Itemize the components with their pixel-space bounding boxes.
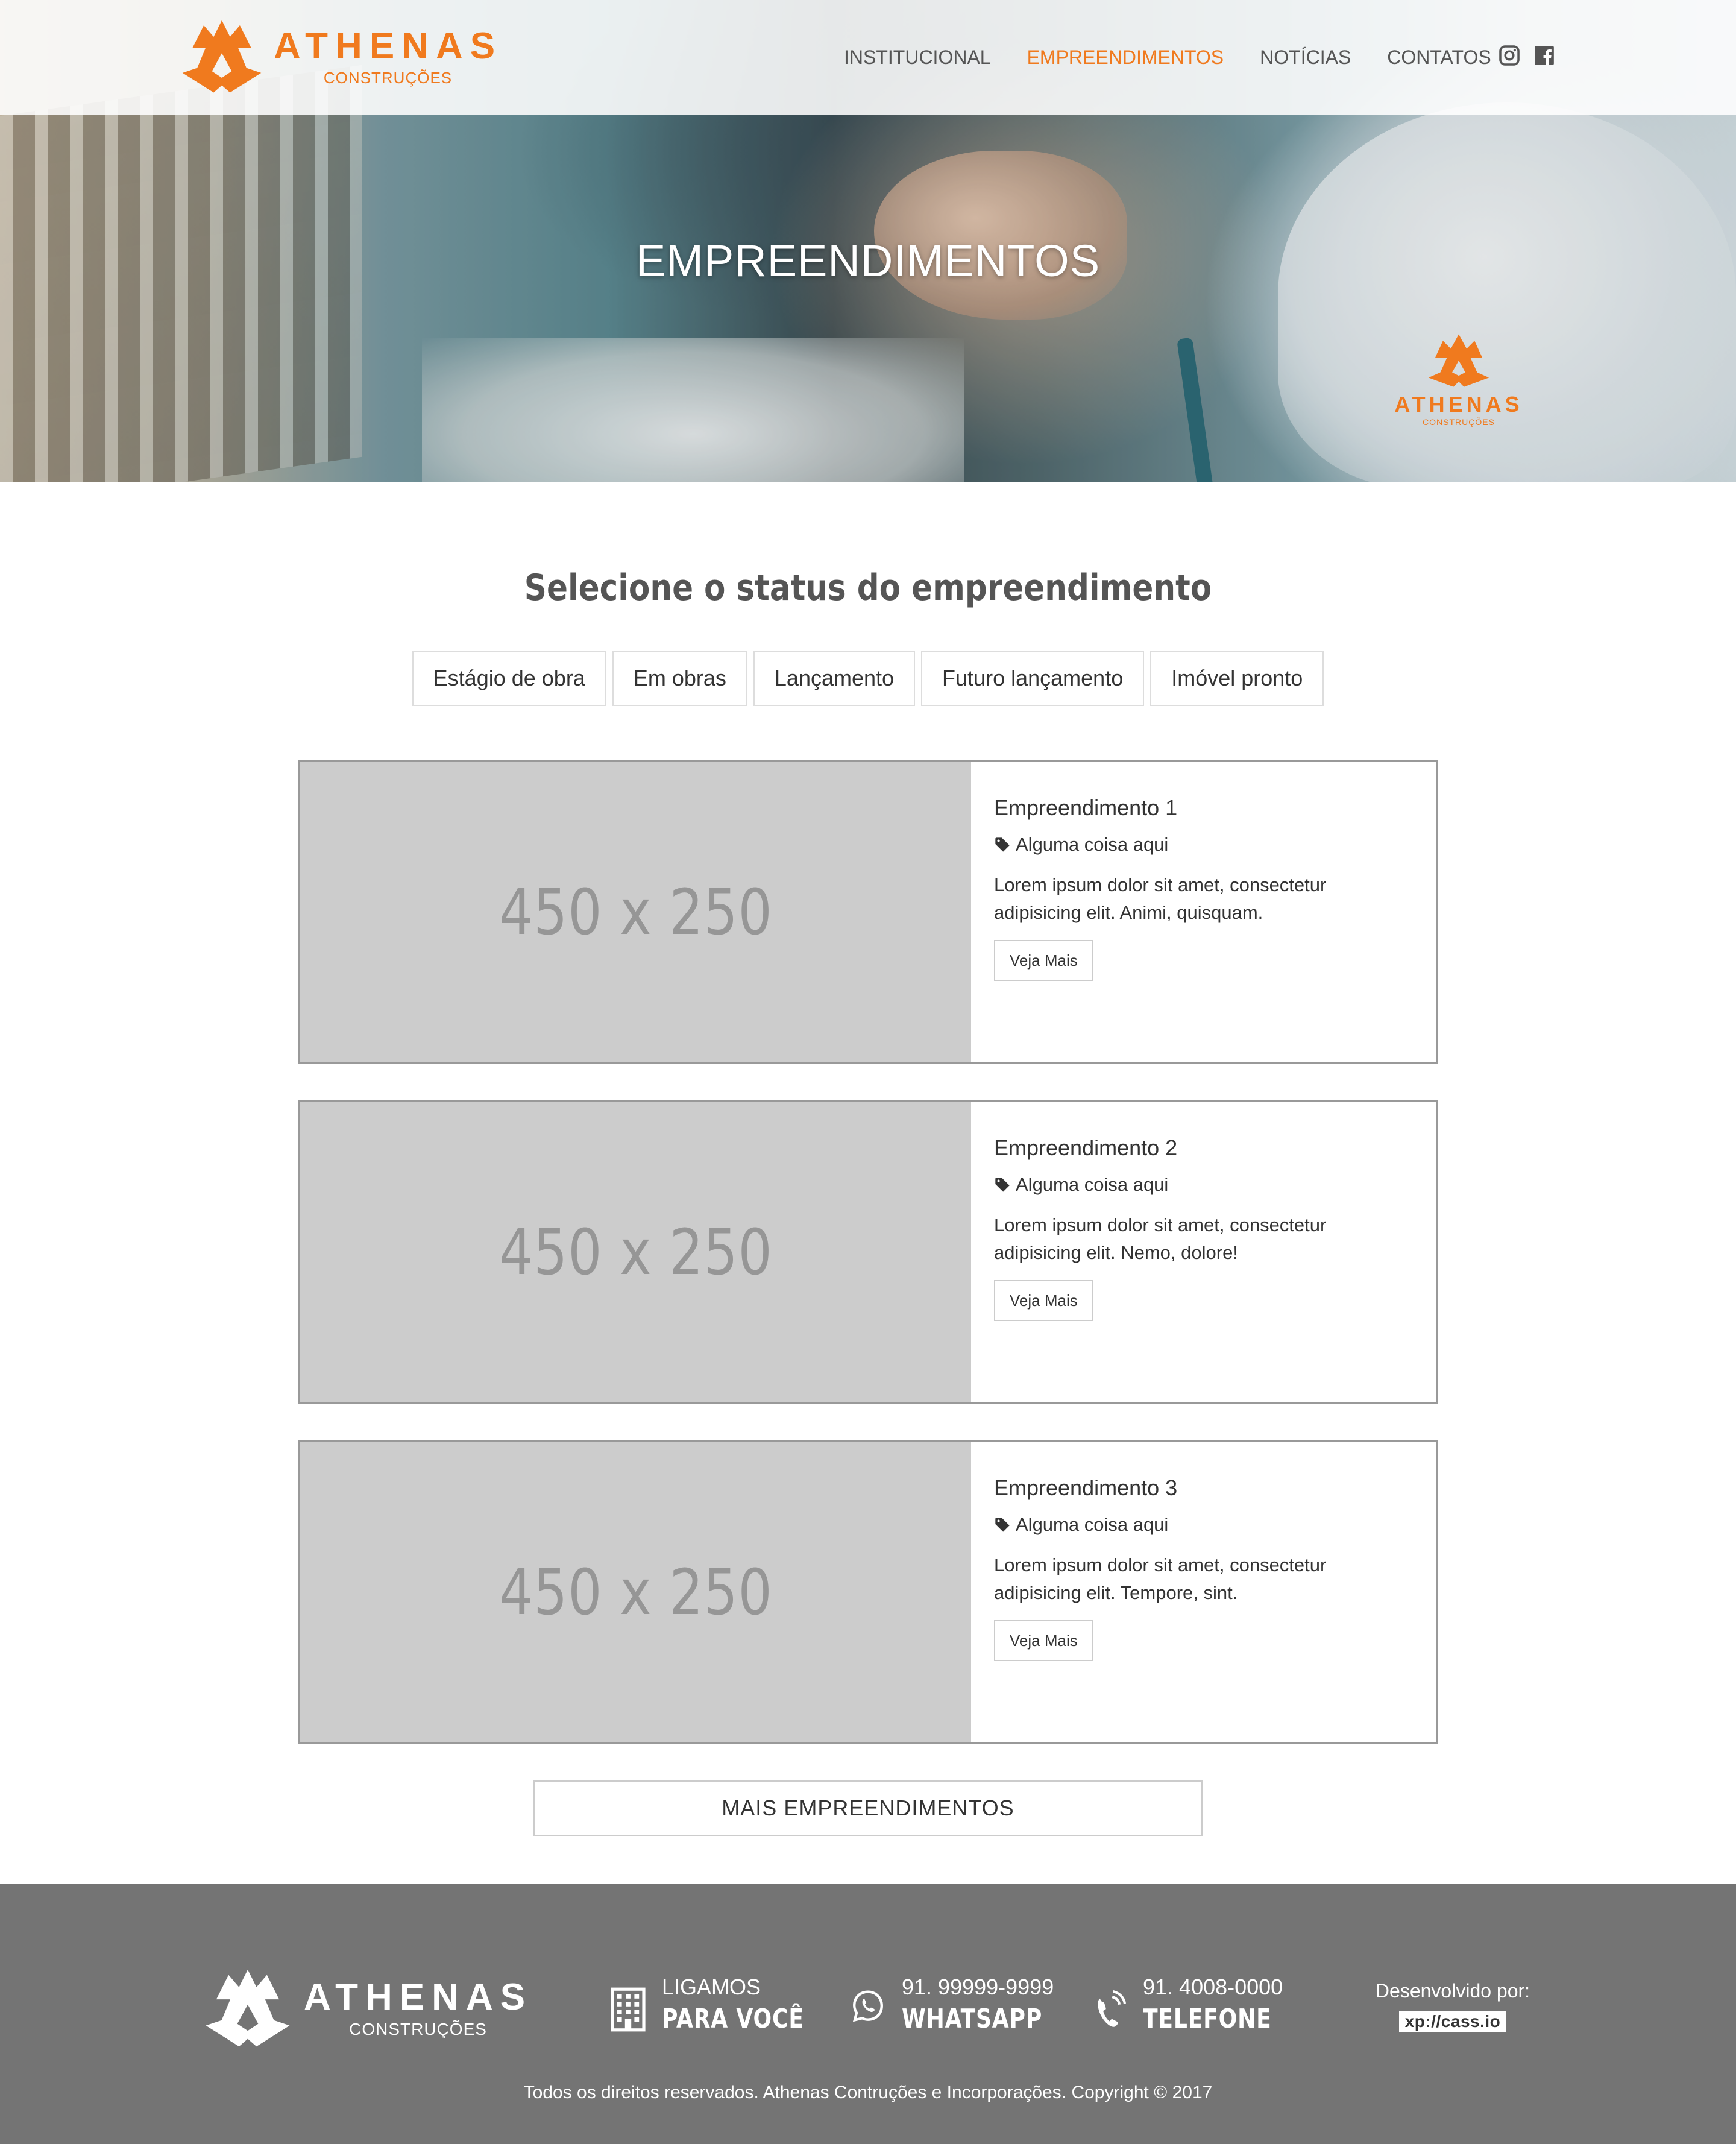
project-image-placeholder[interactable]: 450 x 250: [300, 1442, 971, 1742]
more-projects-button[interactable]: MAIS EMPREENDIMENTOS: [533, 1780, 1203, 1836]
project-title: Empreendimento 2: [994, 1135, 1178, 1160]
project-tag: Alguma coisa aqui: [994, 1514, 1413, 1536]
project-card-body: Empreendimento 2 Alguma coisa aqui Lorem…: [971, 1102, 1436, 1402]
filter-em-obras[interactable]: Em obras: [612, 651, 747, 706]
veja-mais-button[interactable]: Veja Mais: [994, 1280, 1093, 1321]
contact-whatsapp-label: WHATSAPP: [902, 2004, 1043, 2034]
filter-estagio-de-obra[interactable]: Estágio de obra: [412, 651, 606, 706]
project-title: Empreendimento 3: [994, 1475, 1178, 1500]
filter-futuro-lancamento[interactable]: Futuro lançamento: [921, 651, 1145, 706]
project-card-body: Empreendimento 3 Alguma coisa aqui Lorem…: [971, 1442, 1436, 1742]
footer-logo[interactable]: ATHENAS CONSTRUÇÕES: [203, 1968, 532, 2050]
project-description: Lorem ipsum dolor sit amet, consectetur …: [994, 1554, 1327, 1603]
footer-contact-phone[interactable]: 91. 4008-0000 TELEFONE: [1090, 1974, 1300, 2038]
nav-item-noticias[interactable]: NOTÍCIAS: [1260, 46, 1351, 69]
project-image-placeholder[interactable]: 450 x 250: [300, 1102, 971, 1402]
project-tag: Alguma coisa aqui: [994, 1174, 1413, 1196]
whatsapp-icon: [852, 1990, 883, 2022]
facebook-icon[interactable]: [1533, 44, 1556, 67]
developer-label: Desenvolvido por:: [1375, 1980, 1530, 2002]
project-card-body: Empreendimento 1 Alguma coisa aqui Lorem…: [971, 762, 1436, 1062]
phone-icon: [1098, 1990, 1127, 2027]
tag-icon: [995, 837, 1010, 852]
logo-subtitle: CONSTRUÇÕES: [323, 68, 453, 87]
copyright-text: Todos os direitos reservados. Athenas Co…: [523, 2083, 1213, 2102]
project-card: 450 x 250 Empreendimento 1 Alguma coisa …: [298, 760, 1438, 1064]
footer-logo-name: ATHENAS: [304, 1976, 533, 2018]
hero-title: EMPREENDIMENTOS: [635, 236, 1101, 286]
project-tag-label: Alguma coisa aqui: [1016, 1514, 1169, 1535]
section-title: Selecione o status do empreendimento: [524, 567, 1212, 609]
project-description: Lorem ipsum dolor sit amet, consectetur …: [994, 1214, 1327, 1263]
image-placeholder-label: 450 x 250: [498, 1215, 773, 1289]
status-filter-group: Estágio de obra Em obras Lançamento Futu…: [0, 651, 1736, 706]
project-tag: Alguma coisa aqui: [994, 834, 1413, 856]
athenas-logo-icon: [206, 1969, 290, 2047]
building-icon: [611, 1987, 646, 2032]
site-footer: ATHENAS CONSTRUÇÕES LIGAMOS PARA VOCÊ 91…: [0, 1884, 1736, 2144]
site-logo[interactable]: ATHENAS CONSTRUÇÕES: [181, 18, 502, 96]
social-links: [1498, 44, 1568, 67]
footer-contact-whatsapp[interactable]: 91. 99999-9999 WHATSAPP: [849, 1974, 1073, 2038]
nav-item-contatos[interactable]: CONTATOS: [1387, 46, 1491, 69]
filter-lancamento[interactable]: Lançamento: [753, 651, 916, 706]
contact-phone-label: TELEFONE: [1143, 2004, 1272, 2034]
contact-whatsapp-number: 91. 99999-9999: [902, 1975, 1054, 1999]
site-header: ATHENAS CONSTRUÇÕES INSTITUCIONAL EMPREE…: [0, 0, 1736, 115]
footer-logo-subtitle: CONSTRUÇÕES: [349, 2020, 487, 2038]
tag-icon: [995, 1518, 1010, 1532]
project-image-placeholder[interactable]: 450 x 250: [300, 762, 971, 1062]
project-card: 450 x 250 Empreendimento 2 Alguma coisa …: [298, 1100, 1438, 1404]
footer-contact-callback[interactable]: LIGAMOS PARA VOCÊ: [609, 1974, 835, 2038]
project-tag-label: Alguma coisa aqui: [1016, 834, 1169, 855]
image-placeholder-label: 450 x 250: [498, 875, 773, 949]
hero-logo-sub: CONSTRUÇÕES: [1423, 417, 1495, 427]
logo-name: ATHENAS: [274, 25, 503, 67]
athenas-logo-icon: [1428, 334, 1489, 387]
nav-item-empreendimentos[interactable]: EMPREENDIMENTOS: [1027, 46, 1224, 69]
image-placeholder-label: 450 x 250: [498, 1555, 773, 1629]
nav-item-institucional[interactable]: INSTITUCIONAL: [844, 46, 991, 69]
project-title: Empreendimento 1: [994, 795, 1178, 820]
developer-credit: Desenvolvido por: xp://cass.io: [1362, 1980, 1543, 2032]
main-nav: INSTITUCIONAL EMPREENDIMENTOS NOTÍCIAS C…: [844, 0, 1527, 115]
hero-watermark-logo: ATHENAS CONSTRUÇÕES: [1392, 332, 1525, 440]
contact-phone-number: 91. 4008-0000: [1143, 1975, 1283, 1999]
contact-callback-line1: LIGAMOS: [662, 1975, 761, 1999]
filter-imovel-pronto[interactable]: Imóvel pronto: [1150, 651, 1324, 706]
project-card: 450 x 250 Empreendimento 3 Alguma coisa …: [298, 1440, 1438, 1744]
instagram-icon[interactable]: [1498, 44, 1521, 67]
project-description: Lorem ipsum dolor sit amet, consectetur …: [994, 874, 1327, 923]
veja-mais-button[interactable]: Veja Mais: [994, 940, 1093, 981]
contact-callback-line2: PARA VOCÊ: [662, 2004, 804, 2034]
athenas-logo-icon: [182, 20, 262, 93]
hero-logo-name: ATHENAS: [1394, 392, 1523, 417]
developer-logo[interactable]: xp://cass.io: [1398, 2011, 1507, 2032]
tag-icon: [995, 1178, 1010, 1192]
veja-mais-button[interactable]: Veja Mais: [994, 1620, 1093, 1661]
project-list: 450 x 250 Empreendimento 1 Alguma coisa …: [298, 760, 1438, 1780]
project-tag-label: Alguma coisa aqui: [1016, 1174, 1169, 1195]
